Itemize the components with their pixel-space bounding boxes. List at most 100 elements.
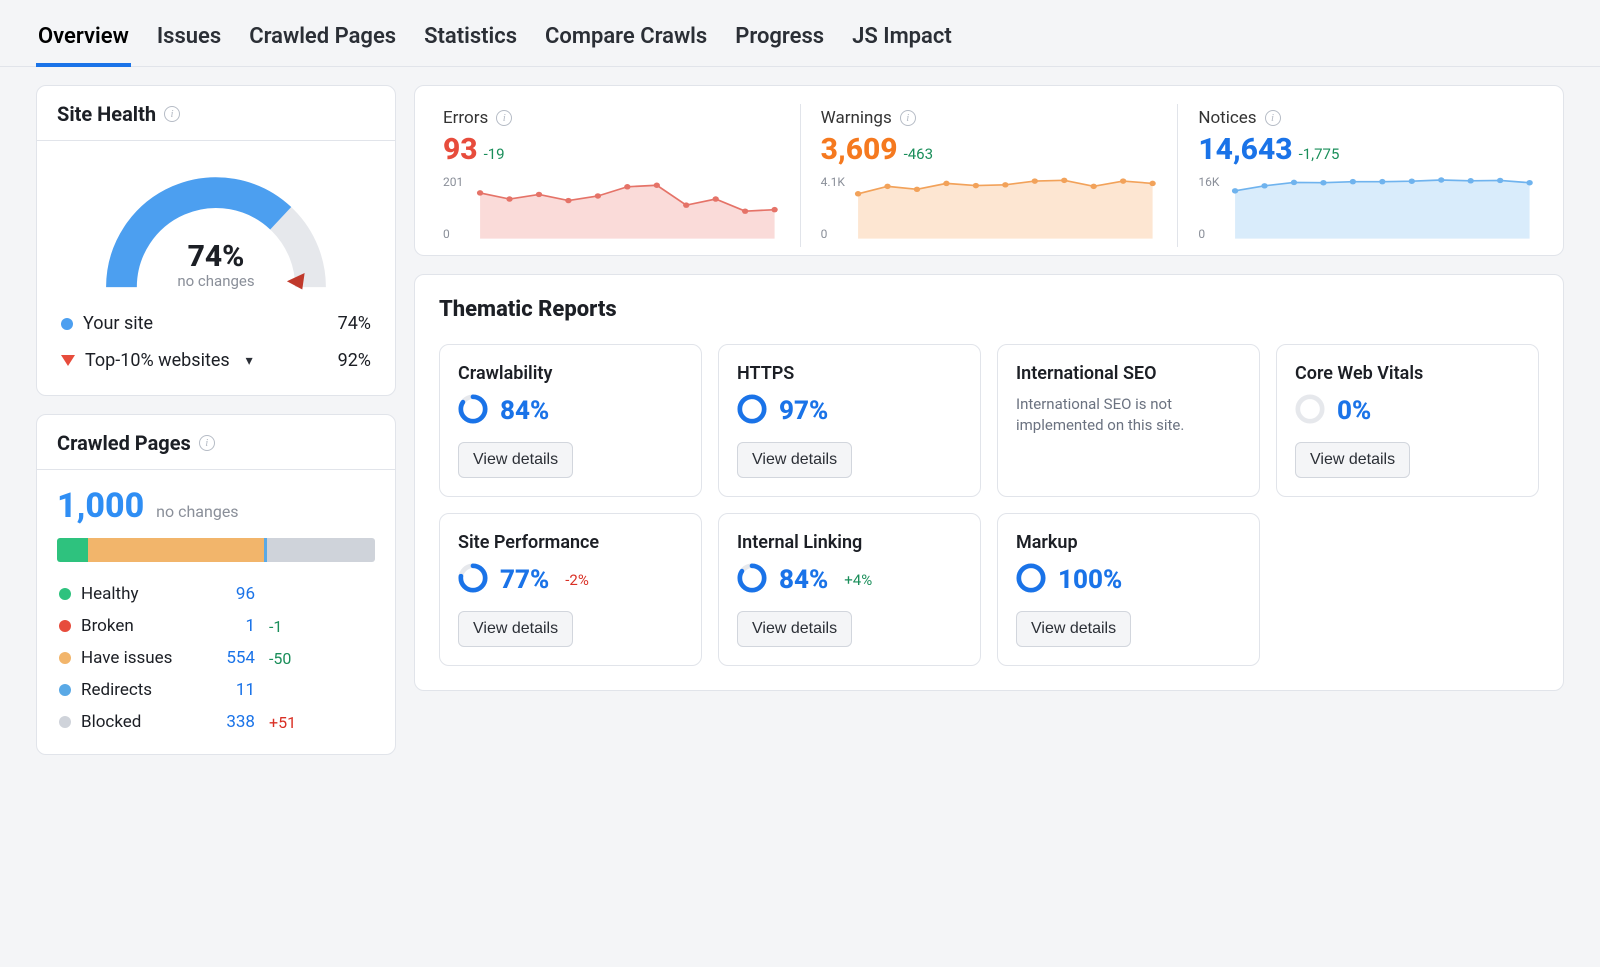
report-https: HTTPS 97% View details: [718, 344, 981, 497]
report-markup: Markup 100% View details: [997, 513, 1260, 666]
bar-seg-have-issues[interactable]: [88, 538, 264, 562]
report-title: Markup: [1016, 532, 1241, 553]
bar-seg-healthy[interactable]: [57, 538, 88, 562]
info-icon[interactable]: i: [199, 435, 215, 451]
crawled-row-broken[interactable]: Broken 1 -1: [57, 610, 375, 642]
crawled-row-value: 1: [211, 616, 255, 636]
y-max: 201: [443, 175, 463, 189]
report-core-web-vitals: Core Web Vitals 0% View details: [1276, 344, 1539, 497]
site-health-card: Site Health i 74% no changes: [36, 85, 396, 396]
tab-statistics[interactable]: Statistics: [422, 18, 519, 66]
view-details-button[interactable]: View details: [737, 442, 852, 478]
view-details-button[interactable]: View details: [458, 442, 573, 478]
dot-icon: [59, 620, 71, 632]
crawled-row-label: Blocked: [81, 712, 201, 732]
metric-errors[interactable]: Errorsi 93 -19 201 0: [423, 104, 801, 247]
report-title: Crawlability: [458, 363, 683, 384]
dot-icon: [61, 318, 73, 330]
report-title: Site Performance: [458, 532, 683, 553]
crawled-row-delta: -1: [269, 617, 282, 636]
crawled-row-have-issues[interactable]: Have issues 554 -50: [57, 642, 375, 674]
site-health-gauge: 74% no changes: [96, 169, 336, 299]
sparkline: 201 0: [443, 173, 780, 243]
report-title: Internal Linking: [737, 532, 962, 553]
crawled-pages-title: Crawled Pages: [57, 431, 191, 455]
y-min: 0: [443, 227, 450, 241]
info-icon[interactable]: i: [1265, 110, 1281, 126]
tabs: Overview Issues Crawled Pages Statistics Com…: [0, 0, 1600, 67]
crawled-row-healthy[interactable]: Healthy 96: [57, 578, 375, 610]
ring-icon: [458, 563, 488, 597]
crawled-row-blocked[interactable]: Blocked 338 +51: [57, 706, 375, 738]
metric-delta: -19: [484, 145, 505, 163]
report-title: HTTPS: [737, 363, 962, 384]
report-crawlability: Crawlability 84% View details: [439, 344, 702, 497]
crawled-row-value: 11: [211, 680, 255, 700]
crawled-pages-card: Crawled Pages i 1,000 no changes Healthy…: [36, 414, 396, 755]
metric-delta: -463: [904, 145, 933, 163]
view-details-button[interactable]: View details: [458, 611, 573, 647]
y-min: 0: [1198, 227, 1205, 241]
bar-seg-blocked[interactable]: [267, 538, 374, 562]
report-title: International SEO: [1016, 363, 1241, 384]
crawled-row-delta: -50: [269, 649, 291, 668]
tab-issues[interactable]: Issues: [155, 18, 223, 66]
report-note: International SEO is not implemented on …: [1016, 394, 1241, 436]
thematic-card: Thematic Reports Crawlability 84% View d…: [414, 274, 1564, 691]
info-icon[interactable]: i: [900, 110, 916, 126]
crawled-stacked-bar: [57, 538, 375, 562]
ring-icon: [1295, 394, 1325, 428]
crawled-row-delta: +51: [269, 713, 296, 732]
triangle-down-icon: [61, 355, 75, 366]
view-details-button[interactable]: View details: [1295, 442, 1410, 478]
thematic-title: Thematic Reports: [415, 275, 1563, 328]
info-icon[interactable]: i: [496, 110, 512, 126]
info-icon[interactable]: i: [164, 106, 180, 122]
crawled-row-value: 554: [211, 648, 255, 668]
crawled-row-value: 338: [211, 712, 255, 732]
view-details-button[interactable]: View details: [1016, 611, 1131, 647]
metric-notices[interactable]: Noticesi 14,643-1,775 16K 0: [1178, 104, 1555, 247]
legend-top10[interactable]: Top-10% websites▾ 92%: [57, 342, 375, 379]
sparkline: 4.1K 0: [821, 173, 1158, 243]
metric-label: Notices: [1198, 108, 1256, 128]
metric-label: Warnings: [821, 108, 892, 128]
chevron-down-icon: ▾: [246, 353, 253, 369]
crawled-total: 1,000: [57, 486, 144, 526]
report-international-seo: International SEO International SEO is no…: [997, 344, 1260, 497]
dot-icon: [59, 652, 71, 664]
tab-crawled-pages[interactable]: Crawled Pages: [247, 18, 398, 66]
tab-js-impact[interactable]: JS Impact: [850, 18, 954, 66]
crawled-row-value: 96: [211, 584, 255, 604]
report-delta: +4%: [844, 571, 872, 589]
report-pct: 97%: [779, 396, 828, 426]
report-delta: -2%: [565, 571, 589, 589]
report-title: Core Web Vitals: [1295, 363, 1520, 384]
site-health-title: Site Health: [57, 102, 156, 126]
dot-icon: [59, 588, 71, 600]
view-details-button[interactable]: View details: [737, 611, 852, 647]
dot-icon: [59, 684, 71, 696]
ring-icon: [458, 394, 488, 428]
metric-warnings[interactable]: Warningsi 3,609-463 4.1K 0: [801, 104, 1179, 247]
metric-label: Errors: [443, 108, 488, 128]
tab-progress[interactable]: Progress: [733, 18, 826, 66]
gauge-sub: no changes: [96, 272, 336, 290]
crawled-row-label: Redirects: [81, 680, 201, 700]
ring-icon: [737, 394, 767, 428]
report-site-performance: Site Performance 77% -2% View details: [439, 513, 702, 666]
metric-value: 14,643: [1198, 132, 1292, 167]
y-max: 4.1K: [821, 175, 845, 189]
tab-overview[interactable]: Overview: [36, 18, 131, 67]
report-pct: 84%: [500, 396, 549, 426]
y-min: 0: [821, 227, 828, 241]
crawled-row-redirects[interactable]: Redirects 11: [57, 674, 375, 706]
metrics-card: Errorsi 93-19 201 0 Warningsi 3,609-463 …: [414, 85, 1564, 256]
report-pct: 77%: [500, 565, 549, 595]
gauge-value: 74%: [96, 239, 336, 274]
report-pct: 100%: [1058, 565, 1122, 595]
report-pct: 0%: [1337, 396, 1371, 426]
dot-icon: [59, 716, 71, 728]
metric-value: 93: [443, 132, 478, 167]
tab-compare-crawls[interactable]: Compare Crawls: [543, 18, 709, 66]
